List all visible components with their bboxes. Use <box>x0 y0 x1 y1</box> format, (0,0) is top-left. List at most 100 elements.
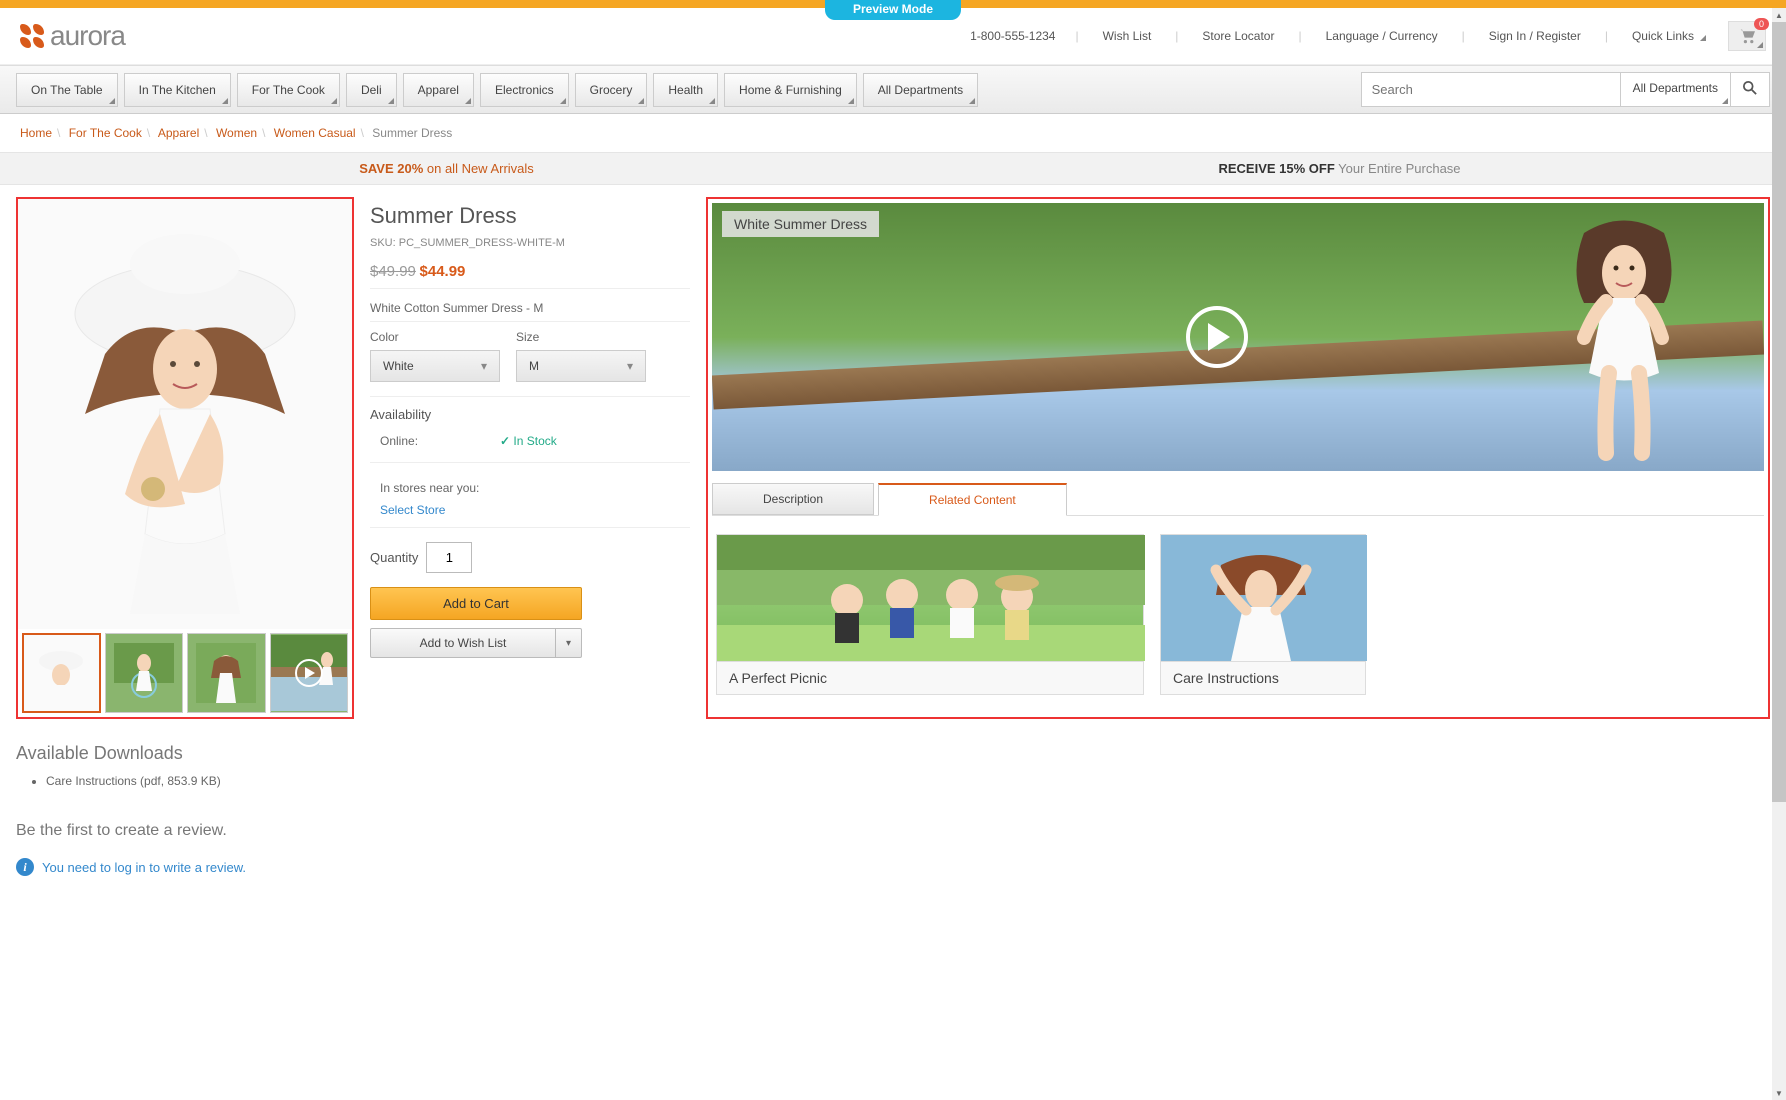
availability: Availability Online: In Stock <box>370 396 690 463</box>
main: Summer Dress SKU: PC_SUMMER_DRESS-WHITE-… <box>0 185 1786 731</box>
color-select[interactable]: White▾ <box>370 350 500 382</box>
breadcrumbs: Home\ For The Cook\ Apparel\ Women\ Wome… <box>0 114 1786 152</box>
stores-section: In stores near you: Select Store <box>370 471 690 528</box>
signin-link[interactable]: Sign In / Register <box>1485 29 1585 43</box>
review-title: Be the first to create a review. <box>16 822 1770 840</box>
nav-in-the-kitchen[interactable]: In The Kitchen <box>124 73 231 107</box>
availability-label: Availability <box>370 407 690 422</box>
thumbnail-4-video[interactable] <box>270 633 348 713</box>
search-button[interactable] <box>1731 72 1770 107</box>
product-main-image[interactable] <box>18 199 352 629</box>
video-preview[interactable]: White Summer Dress <box>712 203 1764 471</box>
thumbnail-1[interactable] <box>22 633 101 713</box>
quantity-label: Quantity <box>370 550 418 565</box>
preview-bar: Preview Mode <box>0 0 1786 8</box>
size-select[interactable]: M▾ <box>516 350 646 382</box>
language-link[interactable]: Language / Currency <box>1322 29 1442 43</box>
crumb-home[interactable]: Home <box>20 126 52 140</box>
crumb-apparel[interactable]: Apparel <box>158 126 199 140</box>
logo-icon <box>20 24 44 48</box>
promo-bar: SAVE 20% on all New Arrivals RECEIVE 15%… <box>0 152 1786 185</box>
cart-count-badge: 0 <box>1754 18 1769 30</box>
in-stock-status: In Stock <box>500 434 557 448</box>
phone: 1-800-555-1234 <box>970 29 1055 43</box>
scroll-up[interactable]: ▲ <box>1772 8 1786 22</box>
new-price: $44.99 <box>420 263 466 280</box>
online-label: Online: <box>380 434 500 448</box>
play-button[interactable] <box>1186 306 1248 368</box>
video-label: White Summer Dress <box>722 211 879 237</box>
thumbnail-2[interactable] <box>105 633 183 713</box>
related-card-care[interactable]: Care Instructions <box>1160 534 1366 695</box>
tab-related-content[interactable]: Related Content <box>878 483 1067 516</box>
old-price: $49.99 <box>370 263 416 280</box>
image-column <box>16 197 354 719</box>
crumb-women[interactable]: Women <box>216 126 257 140</box>
play-icon <box>1208 323 1230 351</box>
nav-home-furnishing[interactable]: Home & Furnishing <box>724 73 857 107</box>
review-login-text[interactable]: You need to log in to write a review. <box>42 860 246 875</box>
color-label: Color <box>370 330 500 344</box>
tabs: Description Related Content <box>712 483 1764 516</box>
promo-left: SAVE 20% on all New Arrivals <box>0 161 893 176</box>
nav-on-the-table[interactable]: On The Table <box>16 73 118 107</box>
select-store-link[interactable]: Select Store <box>380 503 680 517</box>
downloads-list: Care Instructions (pdf, 853.9 KB) <box>46 774 1770 788</box>
logo-text: aurora <box>50 20 125 52</box>
nav-electronics[interactable]: Electronics <box>480 73 569 107</box>
nav-health[interactable]: Health <box>653 73 718 107</box>
info-icon: i <box>16 858 34 876</box>
related-title: A Perfect Picnic <box>717 661 1143 694</box>
stores-label: In stores near you: <box>380 481 479 495</box>
size-label: Size <box>516 330 646 344</box>
search-dept-select[interactable]: All Departments <box>1621 72 1731 107</box>
nav-for-the-cook[interactable]: For The Cook <box>237 73 340 107</box>
related-content: A Perfect Picnic Care Instructions <box>712 516 1764 713</box>
review-note: i You need to log in to write a review. <box>16 858 1770 876</box>
scrollbar[interactable]: ▲ ▼ <box>1772 8 1786 1100</box>
nav-bar: On The Table In The Kitchen For The Cook… <box>0 65 1786 114</box>
crumb-for-the-cook[interactable]: For The Cook <box>69 126 142 140</box>
store-locator-link[interactable]: Store Locator <box>1198 29 1278 43</box>
related-image <box>1161 535 1365 661</box>
related-title: Care Instructions <box>1161 661 1365 694</box>
download-item[interactable]: Care Instructions (pdf, 853.9 KB) <box>46 774 1770 788</box>
related-image <box>717 535 1143 661</box>
cart-button[interactable]: 0 <box>1728 21 1766 51</box>
quick-links[interactable]: Quick Links <box>1628 29 1708 43</box>
right-column: White Summer Dress Description Related C… <box>706 197 1770 719</box>
add-to-wishlist-button[interactable]: Add to Wish List <box>370 628 556 658</box>
nav-deli[interactable]: Deli <box>346 73 397 107</box>
thumbnail-3[interactable] <box>187 633 265 713</box>
scroll-thumb[interactable] <box>1772 22 1786 802</box>
nav-all-departments[interactable]: All Departments <box>863 73 978 107</box>
nav-grocery[interactable]: Grocery <box>575 73 648 107</box>
thumbnails <box>18 629 352 717</box>
quantity-input[interactable] <box>426 542 472 573</box>
promo-right: RECEIVE 15% OFF Your Entire Purchase <box>893 161 1786 176</box>
product-sku: SKU: PC_SUMMER_DRESS-WHITE-M <box>370 237 690 249</box>
product-title: Summer Dress <box>370 203 690 229</box>
preview-mode-tab: Preview Mode <box>825 0 961 20</box>
bottom-section: Available Downloads Care Instructions (p… <box>0 731 1786 888</box>
crumb-current: Summer Dress <box>372 126 452 140</box>
product-info: Summer Dress SKU: PC_SUMMER_DRESS-WHITE-… <box>370 197 690 658</box>
search-input[interactable] <box>1361 72 1621 107</box>
wish-list-link[interactable]: Wish List <box>1099 29 1156 43</box>
crumb-women-casual[interactable]: Women Casual <box>274 126 356 140</box>
logo[interactable]: aurora <box>20 20 125 52</box>
search: All Departments <box>1361 72 1770 107</box>
search-icon <box>1743 81 1757 95</box>
product-desc: White Cotton Summer Dress - M <box>370 301 690 322</box>
scroll-down[interactable]: ▼ <box>1772 1086 1786 1100</box>
related-card-picnic[interactable]: A Perfect Picnic <box>716 534 1144 695</box>
cart-icon <box>1737 28 1757 44</box>
nav-apparel[interactable]: Apparel <box>403 73 474 107</box>
price: $49.99 $44.99 <box>370 263 690 289</box>
add-to-cart-button[interactable]: Add to Cart <box>370 587 582 620</box>
downloads-title: Available Downloads <box>16 743 1770 764</box>
wishlist-dropdown[interactable]: ▾ <box>556 628 582 658</box>
tab-description[interactable]: Description <box>712 483 874 515</box>
quantity-row: Quantity <box>370 542 690 573</box>
header-links: 1-800-555-1234 | Wish List | Store Locat… <box>970 21 1766 51</box>
